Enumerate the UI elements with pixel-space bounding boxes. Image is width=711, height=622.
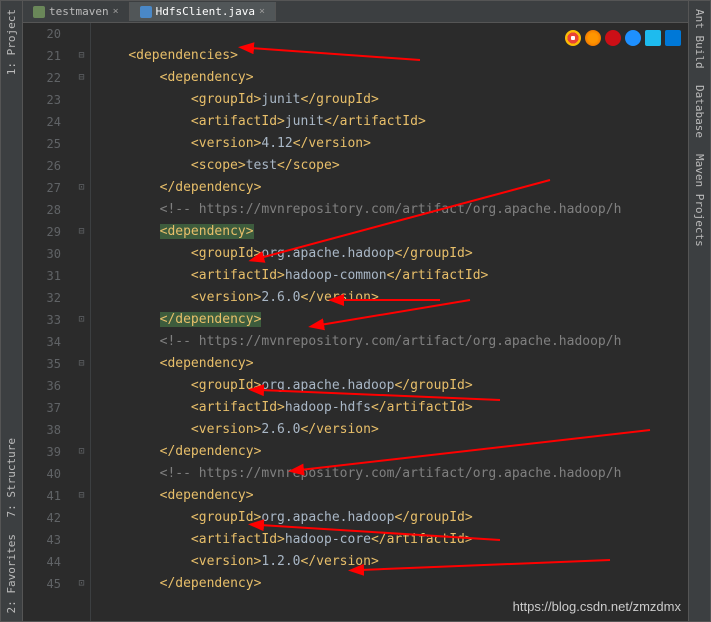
line-number-gutter: 2021222324252627282930313233343536373839…	[23, 23, 73, 621]
ide-frame: 1: Project 7: Structure 2: Favorites tes…	[0, 0, 711, 622]
sidebar-ant[interactable]: Ant Build	[691, 1, 708, 77]
left-tool-sidebar: 1: Project 7: Structure 2: Favorites	[1, 1, 23, 621]
close-icon[interactable]: ×	[113, 6, 119, 17]
opera-icon[interactable]	[605, 30, 621, 46]
code-editor[interactable]: 2021222324252627282930313233343536373839…	[23, 23, 688, 621]
close-icon[interactable]: ×	[259, 6, 265, 17]
chrome-icon[interactable]	[565, 30, 581, 46]
firefox-icon[interactable]	[585, 30, 601, 46]
fold-gutter: ⊟⊟⊡⊟⊡⊟⊡⊟⊡	[73, 23, 91, 621]
code-content[interactable]: <dependencies> <dependency> <groupId>jun…	[91, 23, 688, 621]
java-icon	[140, 6, 152, 18]
tab-testmaven[interactable]: testmaven ×	[23, 2, 130, 21]
safari-icon[interactable]	[625, 30, 641, 46]
tab-label: HdfsClient.java	[156, 5, 255, 18]
edge-icon[interactable]	[665, 30, 681, 46]
maven-icon	[33, 6, 45, 18]
sidebar-favorites[interactable]: 2: Favorites	[3, 526, 20, 621]
tab-label: testmaven	[49, 5, 109, 18]
tab-hdfsclient[interactable]: HdfsClient.java ×	[130, 2, 276, 21]
sidebar-structure[interactable]: 7: Structure	[3, 430, 20, 525]
main-editor-area: testmaven × HdfsClient.java × 2021222324…	[23, 1, 688, 621]
watermark-text: https://blog.csdn.net/zmzdmx	[513, 599, 681, 614]
editor-tab-bar: testmaven × HdfsClient.java ×	[23, 1, 688, 23]
right-tool-sidebar: Ant Build Database Maven Projects	[688, 1, 710, 621]
sidebar-database[interactable]: Database	[691, 77, 708, 146]
sidebar-maven[interactable]: Maven Projects	[691, 146, 708, 255]
browser-icons-toolbar	[565, 30, 681, 46]
sidebar-project[interactable]: 1: Project	[3, 1, 20, 83]
ie-icon[interactable]	[645, 30, 661, 46]
